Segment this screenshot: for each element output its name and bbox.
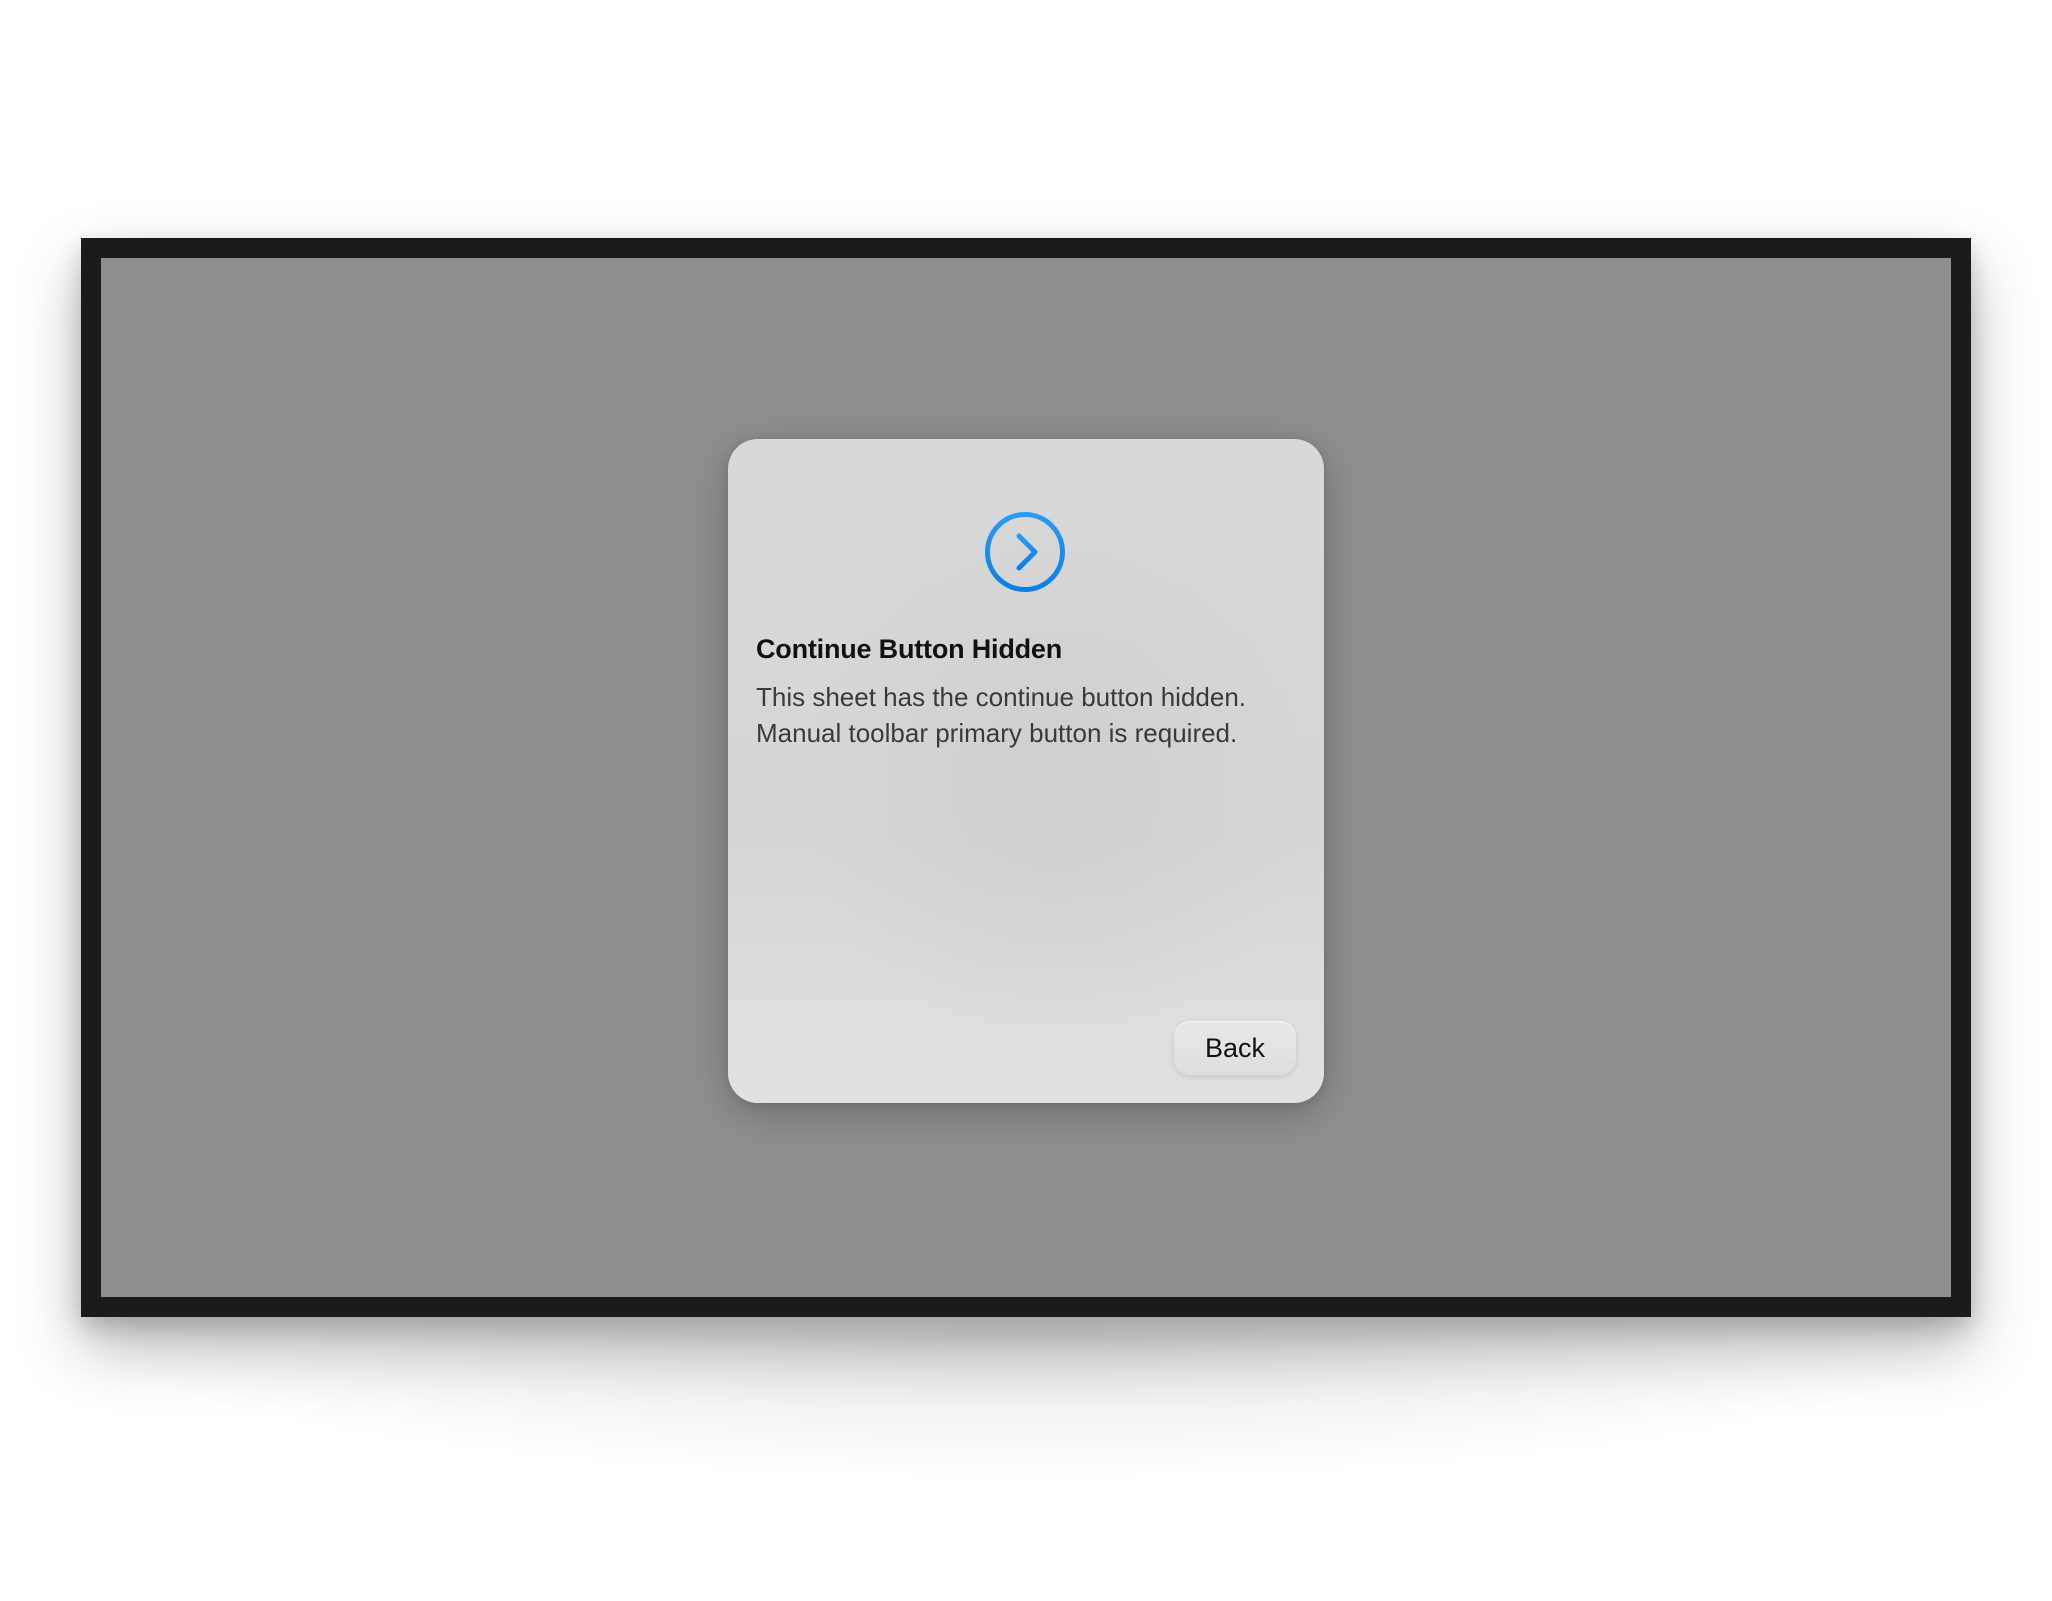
chevron-right-circle-icon: [983, 510, 1067, 594]
device-bezel: Continue Button Hidden This sheet has th…: [81, 238, 1971, 1317]
sheet-description: This sheet has the continue button hidde…: [756, 682, 1247, 748]
back-button[interactable]: Back: [1174, 1021, 1296, 1075]
modal-sheet: Continue Button Hidden This sheet has th…: [728, 439, 1324, 1103]
stage: Continue Button Hidden This sheet has th…: [0, 0, 2052, 1601]
device-floor-shadow: [70, 1330, 1982, 1480]
screen-dimmed-background: Continue Button Hidden This sheet has th…: [101, 258, 1951, 1297]
sheet-title: Continue Button Hidden: [756, 634, 1063, 664]
